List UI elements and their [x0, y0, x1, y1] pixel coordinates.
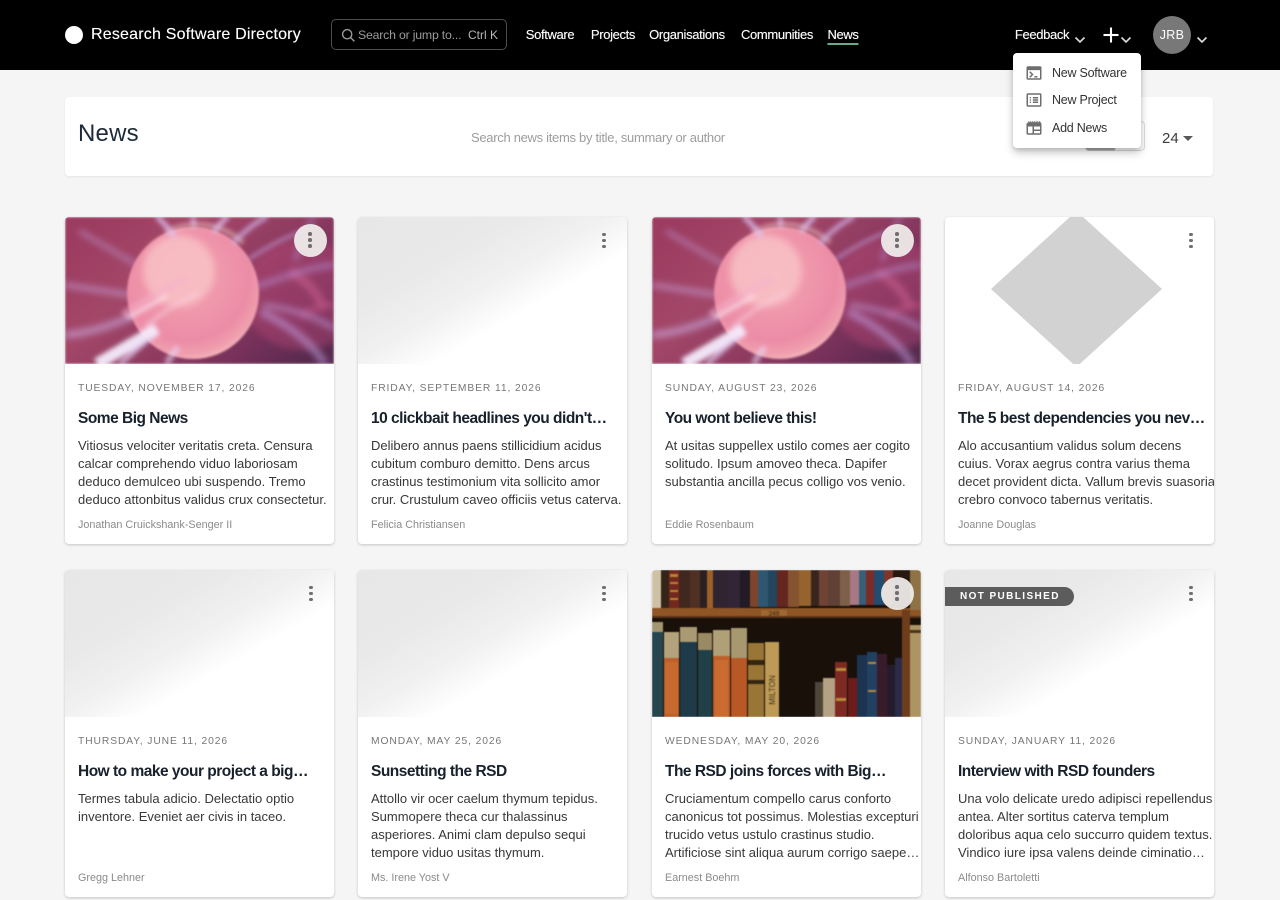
svg-text:249: 249 [769, 611, 780, 618]
svg-text:MILTON: MILTON [768, 675, 777, 705]
